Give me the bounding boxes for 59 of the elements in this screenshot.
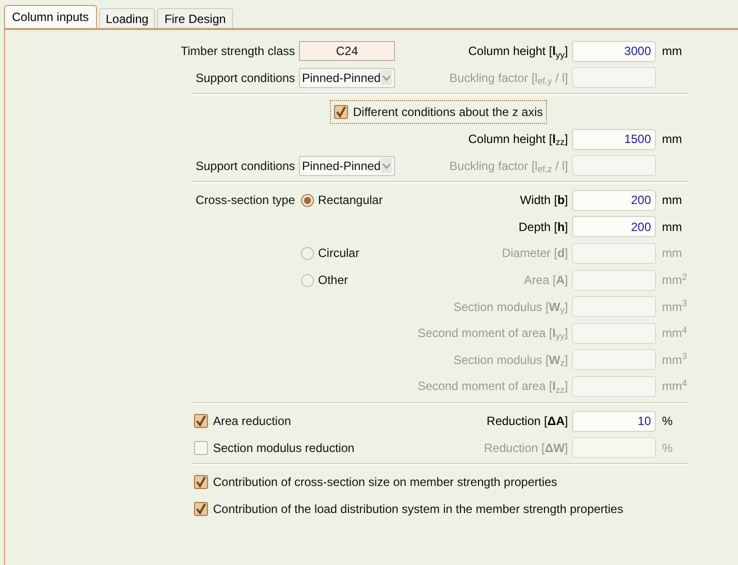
- tab[interactable]: Fire Design: [157, 8, 233, 28]
- unit-label: mm$^{4}$: [662, 377, 688, 396]
- radio-option[interactable]: Circular: [301, 244, 360, 262]
- unit-label: mm: [662, 245, 682, 262]
- caret-icon: [380, 158, 392, 174]
- input-field[interactable]: 200: [572, 216, 656, 238]
- checkbox-label[interactable]: Contribution of cross-section size on member strength properties: [190, 470, 562, 494]
- unit-label: mm: [662, 218, 682, 236]
- checkbox-label[interactable]: Area reduction: [190, 409, 296, 434]
- tab[interactable]: Loading: [98, 8, 156, 28]
- checkbox-label[interactable]: Section modulus reduction: [190, 436, 358, 460]
- unit-label: mm: [662, 192, 682, 210]
- checkbox-label[interactable]: Different conditions about the z axis: [330, 100, 547, 124]
- field-label: Width [b]: [520, 192, 568, 210]
- checkbox-label[interactable]: Contribution of the load distribution system in the member strength properties: [190, 496, 628, 521]
- field-label: Section modulus [W$_{y}$]: [453, 298, 568, 316]
- unit-label: %: [662, 413, 673, 430]
- text-field[interactable]: C24: [299, 41, 395, 62]
- field-label: Section modulus [W$_{z}$]: [453, 352, 568, 369]
- unit-label: mm$^{3}$: [662, 350, 688, 369]
- checkbox[interactable]: [334, 105, 348, 120]
- field-label: Second moment of area [I$_{yy}$]: [418, 325, 568, 342]
- tab[interactable]: Column inputs: [4, 5, 97, 28]
- field-label: Support conditions: [196, 70, 295, 87]
- unit-label: mm$^{4}$: [662, 324, 688, 342]
- radio-option[interactable]: Other: [301, 271, 348, 290]
- radio-button[interactable]: [301, 194, 314, 207]
- field-label: Buckling factor [l$_{ef,z}$ / l]: [449, 158, 568, 175]
- unit-label: mm: [662, 43, 682, 60]
- dropdown[interactable]: Pinned-Pinned: [299, 156, 395, 176]
- input-field[interactable]: 3000: [572, 40, 656, 62]
- input-field[interactable]: 10: [572, 410, 656, 432]
- radio-button[interactable]: [301, 246, 314, 260]
- unit-label: mm$^{2}$: [662, 271, 688, 290]
- field-label: Reduction [ΔW]: [484, 440, 568, 457]
- field-label: Area [A]: [524, 272, 568, 290]
- checkbox[interactable]: [194, 502, 208, 516]
- input-field[interactable]: 1500: [572, 128, 656, 150]
- unit-label: %: [662, 440, 673, 457]
- unit-label: mm: [662, 131, 682, 148]
- field-label: Column height [l$_{zz}$]: [468, 131, 568, 148]
- checkbox[interactable]: [194, 440, 208, 455]
- field-label: Buckling factor [l$_{ef,y}$ / l]: [449, 70, 568, 87]
- field-label: Depth [h]: [518, 218, 568, 236]
- field-label: Diameter [d]: [502, 245, 568, 262]
- field-label: Column height [l$_{yy}$]: [468, 43, 568, 60]
- field-label: Cross-section type: [196, 192, 295, 210]
- dropdown[interactable]: Pinned-Pinned: [299, 68, 395, 88]
- checkbox[interactable]: [194, 414, 208, 428]
- radio-button[interactable]: [301, 274, 314, 287]
- radio-option[interactable]: Rectangular: [301, 191, 383, 210]
- field-label: Timber strength class: [180, 43, 295, 60]
- field-label: Support conditions: [196, 158, 295, 175]
- field-label: Second moment of area [I$_{zz}$]: [418, 378, 568, 396]
- checkbox[interactable]: [194, 475, 208, 490]
- input-field[interactable]: 200: [572, 190, 656, 211]
- caret-icon: [380, 70, 392, 86]
- unit-label: mm$^{3}$: [662, 298, 688, 316]
- field-label: Reduction [ΔA]: [486, 413, 568, 430]
